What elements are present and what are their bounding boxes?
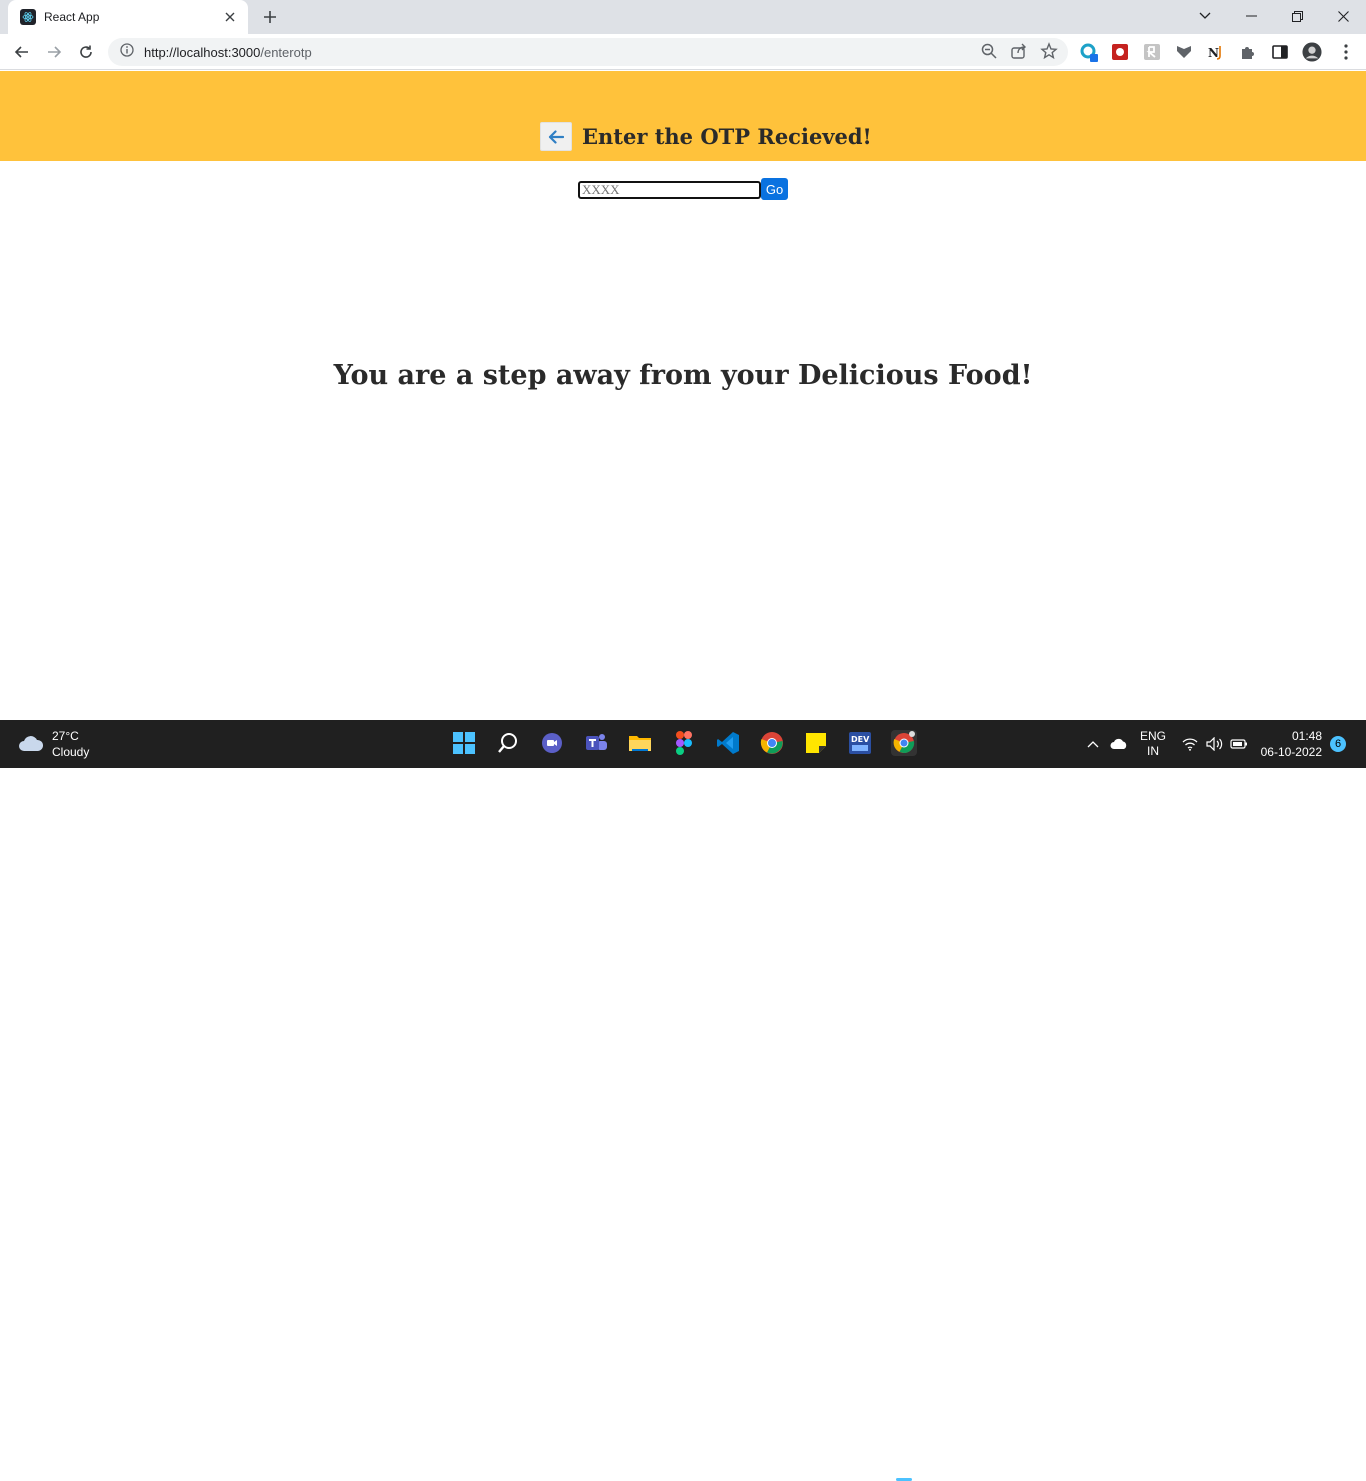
tab-search-icon[interactable] [1182, 0, 1228, 32]
share-icon[interactable] [1010, 42, 1028, 65]
weather-temp: 27°C [52, 729, 79, 743]
extension-gray-icon[interactable] [1142, 42, 1162, 62]
onedrive-icon[interactable] [1110, 720, 1128, 768]
file-explorer-icon[interactable] [627, 730, 653, 756]
close-window-icon[interactable] [1320, 0, 1366, 32]
restore-icon[interactable] [1274, 0, 1320, 32]
extension-search-icon[interactable] [1079, 42, 1099, 62]
battery-icon[interactable] [1230, 720, 1248, 768]
clock-date: 06-10-2022 [1260, 745, 1322, 759]
start-menu-icon[interactable] [451, 730, 477, 756]
chrome-menu-icon[interactable] [1336, 42, 1356, 62]
lang-bottom: IN [1147, 744, 1159, 758]
react-favicon-icon [20, 9, 36, 25]
clock[interactable]: 01:48 06-10-2022 [1258, 728, 1322, 760]
close-tab-icon[interactable] [222, 9, 238, 25]
zoom-icon[interactable] [980, 42, 998, 65]
lang-top: ENG [1140, 729, 1167, 743]
back-button[interactable] [540, 122, 572, 151]
cloud-icon [19, 736, 44, 751]
search-icon[interactable] [495, 730, 521, 756]
notification-badge[interactable]: 6 [1330, 736, 1346, 752]
bookmark-star-icon[interactable] [1040, 42, 1058, 65]
url-path: /enterotp [260, 44, 312, 60]
go-button[interactable]: Go [761, 178, 788, 200]
page-title: Enter the OTP Recieved! [582, 124, 872, 149]
dev-app-icon[interactable]: DEV [847, 730, 873, 756]
browser-tab[interactable]: React App [8, 0, 248, 34]
minimize-icon[interactable] [1228, 0, 1274, 32]
taskbar: 27°C Cloudy DEV ENG IN 01:48 06-10-2022 [0, 720, 1366, 1481]
tab-title: React App [44, 10, 100, 24]
side-panel-icon[interactable] [1270, 42, 1290, 62]
back-nav-icon[interactable] [10, 40, 34, 64]
weather-desc: Cloudy [52, 745, 90, 759]
extension-nj-icon[interactable]: N [1206, 42, 1226, 62]
profile-avatar-icon[interactable] [1302, 42, 1322, 62]
arrow-left-icon [548, 129, 564, 144]
sticky-notes-icon[interactable] [803, 730, 829, 756]
page-header: Enter the OTP Recieved! [0, 71, 1366, 161]
extensions-puzzle-icon[interactable] [1238, 42, 1258, 62]
tagline: You are a step away from your Delicious … [333, 360, 1033, 391]
svg-text:DEV: DEV [851, 735, 870, 744]
web-page: Enter the OTP Recieved! Go You are a ste… [0, 71, 1366, 720]
otp-input[interactable] [578, 181, 761, 199]
svg-text:N: N [1208, 46, 1219, 60]
wifi-icon[interactable] [1182, 720, 1198, 768]
chrome-icon[interactable] [759, 730, 785, 756]
extension-shield-icon[interactable] [1174, 42, 1194, 62]
extension-red-icon[interactable] [1110, 42, 1130, 62]
new-tab-icon[interactable] [258, 5, 282, 29]
browser-tabstrip: React App [0, 0, 1366, 34]
chat-icon[interactable] [539, 730, 565, 756]
show-hidden-icons-icon[interactable] [1087, 720, 1099, 768]
language-indicator[interactable]: ENG IN [1140, 720, 1166, 768]
weather-widget[interactable]: 27°C Cloudy [18, 728, 89, 760]
address-bar[interactable]: http://localhost:3000/enterotp [108, 38, 1068, 66]
clock-time: 01:48 [1291, 729, 1322, 743]
volume-icon[interactable] [1206, 720, 1224, 768]
vscode-icon[interactable] [715, 730, 741, 756]
url-text: http://localhost:3000/enterotp [144, 45, 312, 60]
site-info-icon[interactable] [120, 42, 134, 62]
url-host: http://localhost:3000 [144, 44, 261, 60]
teams-icon[interactable] [583, 730, 609, 756]
chrome-active-icon[interactable] [891, 730, 917, 756]
browser-toolbar: http://localhost:3000/enterotp N [0, 34, 1366, 70]
figma-icon[interactable] [671, 730, 697, 756]
forward-nav-icon[interactable] [42, 40, 66, 64]
reload-icon[interactable] [74, 40, 98, 64]
